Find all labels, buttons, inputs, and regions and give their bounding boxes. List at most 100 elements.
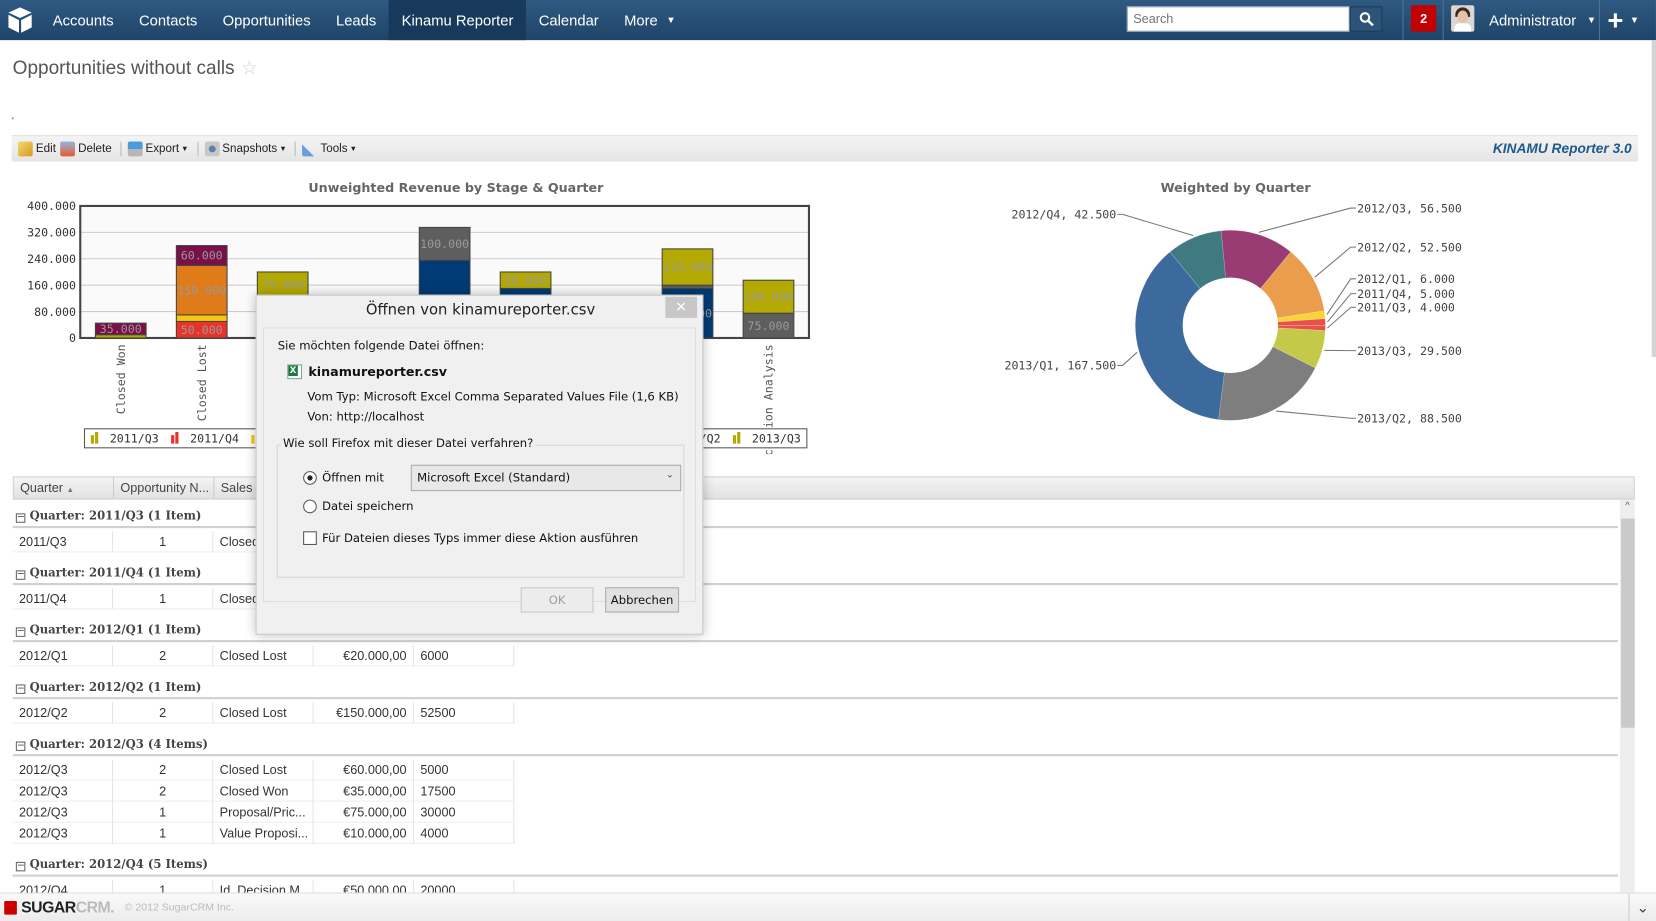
- export-button[interactable]: Export ▼: [127, 141, 189, 157]
- sort-asc-icon: ▲: [66, 486, 74, 495]
- logo-bold: SUGAR: [21, 898, 76, 917]
- page-scrollbar[interactable]: [1651, 40, 1656, 357]
- legend-label[interactable]: 2013/Q3: [752, 432, 801, 446]
- table-cell: 52500: [414, 702, 515, 724]
- bar-data-label: 150.000: [177, 283, 226, 297]
- slice-label: 2012/Q1, 6.000: [1357, 272, 1455, 286]
- table-row[interactable]: 2012/Q1 2 Closed Lost €20.000,00 6000: [12, 645, 515, 667]
- export-label: Export: [145, 142, 180, 156]
- dialog-intro: Sie möchten folgende Datei öffnen:: [277, 339, 485, 353]
- action-question: Wie soll Firefox mit dieser Datei verfah…: [280, 436, 536, 450]
- table-cell: 1: [113, 588, 214, 610]
- global-search: [1126, 6, 1383, 32]
- snapshots-button[interactable]: Snapshots ▼: [204, 141, 287, 157]
- bar-segment[interactable]: [175, 314, 228, 323]
- group-label: Quarter: 2012/Q2 (1 Item): [29, 680, 202, 694]
- open-with-radio[interactable]: [303, 471, 317, 485]
- group-header[interactable]: − Quarter: 2011/Q4 (1 Item): [12, 562, 1618, 586]
- table-cell: 1: [113, 801, 214, 823]
- nav-item-kinamu-reporter[interactable]: Kinamu Reporter: [388, 0, 527, 41]
- group-header[interactable]: − Quarter: 2012/Q3 (4 Items): [12, 733, 1618, 757]
- favorite-star-icon[interactable]: ☆: [241, 57, 258, 79]
- collapse-icon[interactable]: −: [15, 741, 26, 751]
- open-with-label[interactable]: Öffnen mit: [322, 471, 384, 485]
- table-cell: Closed Lost: [213, 759, 314, 781]
- edit-button[interactable]: Edit: [17, 141, 56, 157]
- bar-data-label: 35.000: [100, 322, 142, 336]
- collapse-icon[interactable]: −: [15, 513, 26, 523]
- tools-button[interactable]: Tools ▼: [302, 141, 357, 157]
- legend-label[interactable]: 2011/Q3: [110, 432, 159, 446]
- table-cell: 20000: [414, 879, 515, 893]
- collapse-icon[interactable]: −: [15, 861, 26, 872]
- user-menu[interactable]: Administrator ▼: [1489, 0, 1596, 40]
- nav-item-calendar[interactable]: Calendar: [526, 0, 611, 40]
- delete-icon: [60, 141, 75, 157]
- save-file-radio[interactable]: [303, 499, 317, 514]
- notification-badge[interactable]: 2: [1410, 5, 1437, 32]
- label-leader-line: [1326, 278, 1357, 315]
- search-button[interactable]: [1349, 6, 1383, 32]
- always-do-label[interactable]: Für Dateien dieses Typs immer diese Akti…: [322, 531, 638, 545]
- group-label: Quarter: 2012/Q4 (5 Items): [29, 857, 208, 872]
- slice-label: 2011/Q3, 4.000: [1357, 301, 1455, 315]
- search-input[interactable]: [1126, 6, 1350, 32]
- table-row[interactable]: 2012/Q2 2 Closed Lost €150.000,00 52500: [12, 702, 515, 724]
- collapse-icon[interactable]: −: [15, 684, 26, 694]
- dialog-body: Sie möchten folgende Datei öffnen: kinam…: [262, 327, 696, 603]
- quick-create-button[interactable]: + ▼: [1607, 0, 1639, 40]
- application-select[interactable]: Microsoft Excel (Standard) ⌄: [410, 464, 682, 492]
- legend-label[interactable]: 2011/Q4: [190, 432, 239, 446]
- nav-item-opportunities[interactable]: Opportunities: [210, 0, 323, 40]
- group-header[interactable]: − Quarter: 2012/Q2 (1 Item): [12, 676, 1618, 700]
- slice-label: 2013/Q3, 29.500: [1357, 344, 1462, 358]
- toolbar-divider: [196, 141, 199, 157]
- nav-item-leads[interactable]: Leads: [323, 0, 389, 40]
- slice-label: 2013/Q2, 88.500: [1357, 411, 1462, 425]
- footer: SUGAR CRM. © 2012 SugarCRM Inc. ⌄: [0, 892, 1656, 921]
- table-cell: €75.000,00: [314, 801, 414, 823]
- cancel-button[interactable]: Abbrechen: [605, 587, 680, 613]
- home-logo[interactable]: [0, 0, 40, 40]
- group-header[interactable]: − Quarter: 2011/Q3 (1 Item): [12, 505, 1618, 529]
- footer-toggle-button[interactable]: ⌄: [1628, 893, 1656, 921]
- sugarcrm-logo[interactable]: SUGAR CRM.: [4, 898, 115, 917]
- table-row[interactable]: 2012/Q3 1 Value Proposi... €10.000,00 4000: [12, 822, 515, 844]
- bar-data-label: 50.000: [505, 273, 547, 287]
- nav-item-accounts[interactable]: Accounts: [40, 0, 126, 40]
- grid-scrollbar[interactable]: ^: [1620, 499, 1635, 893]
- table-row[interactable]: 2012/Q3 2 Closed Lost €60.000,00 5000: [12, 759, 515, 781]
- copyright: © 2012 SugarCRM Inc.: [124, 901, 234, 914]
- excel-file-icon: [287, 364, 303, 380]
- y-tick-label: 160.000: [27, 278, 76, 292]
- table-row[interactable]: 2012/Q3 1 Proposal/Pric... €75.000,00 30000: [12, 801, 515, 823]
- table-row[interactable]: 2012/Q4 1 Id. Decision M... €50.000,00 20000: [13, 879, 515, 893]
- dialog-close-button[interactable]: ✕: [665, 296, 698, 318]
- group-header[interactable]: − Quarter: 2012/Q4 (5 Items): [12, 853, 1618, 877]
- table-cell: Value Proposi...: [213, 822, 314, 844]
- delete-button[interactable]: Delete: [60, 141, 112, 157]
- save-file-label[interactable]: Datei speichern: [322, 500, 413, 514]
- ok-button[interactable]: OK: [520, 587, 594, 613]
- nav-item-more[interactable]: More ▼: [611, 0, 688, 40]
- table-cell: 1: [113, 822, 214, 844]
- table-cell: 4000: [414, 822, 515, 844]
- scroll-thumb[interactable]: [1621, 518, 1635, 728]
- column-header-quarter[interactable]: Quarter ▲: [14, 477, 115, 499]
- user-name: Administrator: [1489, 11, 1577, 29]
- table-cell: €50.000,00: [314, 879, 414, 893]
- always-do-checkbox[interactable]: [303, 531, 317, 545]
- user-avatar[interactable]: [1451, 5, 1475, 32]
- collapse-icon[interactable]: −: [15, 570, 26, 580]
- column-header-opportunity[interactable]: Opportunity N...: [114, 477, 215, 499]
- table-cell: €35.000,00: [314, 780, 414, 802]
- collapse-icon[interactable]: −: [15, 627, 26, 637]
- table-row[interactable]: 2012/Q3 2 Closed Won €35.000,00 17500: [12, 780, 515, 802]
- tools-label: Tools: [320, 142, 348, 156]
- table-cell: 5000: [414, 759, 515, 781]
- nav-item-contacts[interactable]: Contacts: [126, 0, 210, 40]
- group-header[interactable]: − Quarter: 2012/Q1 (1 Item): [12, 619, 1618, 643]
- scroll-up-icon[interactable]: ^: [1620, 500, 1635, 515]
- y-tick-label: 320.000: [27, 226, 76, 240]
- wrench-icon: [302, 141, 318, 157]
